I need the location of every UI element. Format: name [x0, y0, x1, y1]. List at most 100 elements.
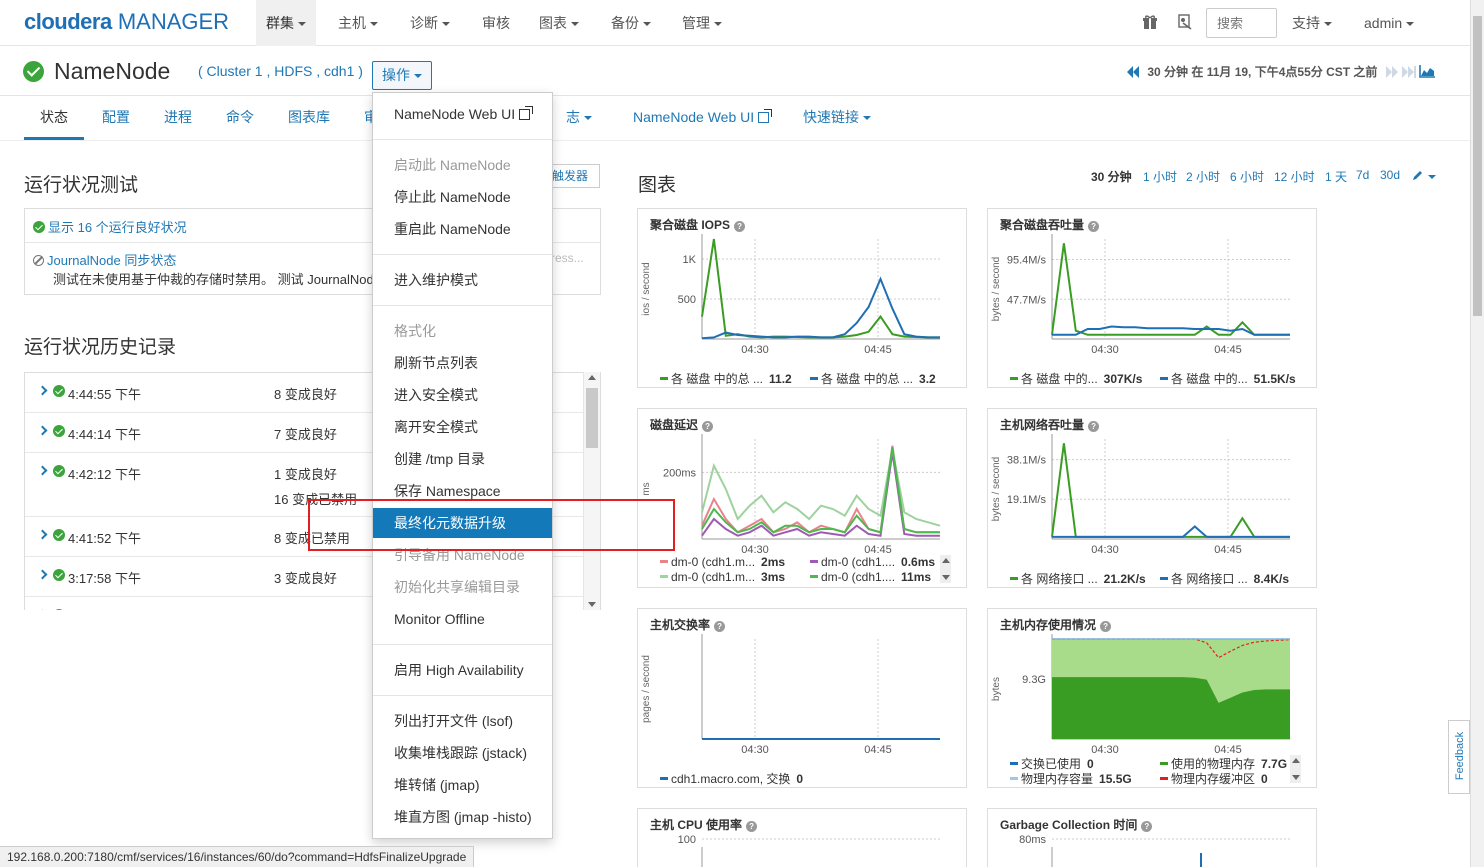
expand-chevron-icon[interactable]: [37, 425, 48, 436]
breadcrumb[interactable]: ( Cluster 1 , HDFS , cdh1 ): [198, 63, 363, 79]
legend-item[interactable]: dm-0 (cdh1.m... 2ms: [660, 555, 785, 569]
expand-chevron-icon[interactable]: [37, 569, 48, 580]
legend-item[interactable]: 各 磁盘 中的... 307K/s: [1010, 370, 1142, 387]
menu-create-tmp[interactable]: 创建 /tmp 目录: [373, 444, 552, 474]
nav-audits[interactable]: 审核: [472, 0, 520, 46]
legend-scroll[interactable]: [940, 555, 951, 583]
y-axis-label: ms: [641, 482, 652, 495]
legend-item[interactable]: 各 网络接口 ... 21.2K/s: [1010, 570, 1146, 587]
chart-panel[interactable]: 磁盘延迟? ms 200ms 04:30 04:45 dm-0 (cdh1.m... 2ms…: [637, 408, 967, 588]
support-menu[interactable]: 支持: [1282, 0, 1342, 46]
time-range-option[interactable]: 12 小时: [1274, 168, 1315, 185]
chart-panel[interactable]: Garbage Collection 时间? 80ms: [987, 808, 1317, 867]
x-tick-label: 04:45: [864, 744, 892, 756]
chart-panel[interactable]: 主机 CPU 使用率? 100: [637, 808, 967, 867]
nav-diagnostics[interactable]: 诊断: [400, 0, 460, 46]
menu-jmap[interactable]: 堆转储 (jmap): [373, 770, 552, 800]
nav-admin[interactable]: 管理: [672, 0, 732, 46]
menu-maintenance[interactable]: 进入维护模式: [373, 265, 552, 295]
tab-commands[interactable]: 命令: [226, 96, 254, 140]
page-scrollbar[interactable]: [1470, 0, 1484, 867]
chart-area-icon[interactable]: [1419, 65, 1436, 78]
legend-item[interactable]: cdh1.macro.com, 交换 0: [660, 770, 803, 787]
menu-monitor-offline[interactable]: Monitor Offline: [373, 604, 552, 634]
legend-item[interactable]: 各 网络接口 ... 8.4K/s: [1160, 570, 1289, 587]
chart-panel[interactable]: 主机交换率? pages / second 04:30 04:45 cdh1.macro…: [637, 608, 967, 788]
time-range-option[interactable]: 2 小时: [1186, 168, 1220, 185]
menu-refresh-nodes[interactable]: 刷新节点列表: [373, 348, 552, 378]
wizard-icon[interactable]: [1177, 14, 1193, 30]
time-range-option[interactable]: 1 天: [1325, 168, 1347, 185]
legend-item[interactable]: 物理内存容量 15.5G: [1010, 770, 1132, 787]
check-icon: [53, 529, 65, 541]
feedback-tab[interactable]: Feedback: [1448, 720, 1470, 794]
menu-enter-safemode[interactable]: 进入安全模式: [373, 380, 552, 410]
time-range-option[interactable]: 7d: [1356, 168, 1369, 182]
actions-dropdown-button[interactable]: 操作: [372, 61, 432, 90]
nav-hosts[interactable]: 主机: [328, 0, 388, 46]
tab-configuration[interactable]: 配置: [102, 96, 130, 140]
time-range-option[interactable]: 6 小时: [1230, 168, 1264, 185]
y-axis-label: bytes / second: [991, 457, 1002, 521]
expand-chevron-icon[interactable]: [37, 385, 48, 396]
time-marker-label[interactable]: 30 分钟 在 11月 19, 下午4点55分 CST 之前: [1147, 65, 1377, 79]
cloudera-manager-logo[interactable]: cloudera MANAGER: [24, 9, 229, 35]
menu-format[interactable]: 格式化: [373, 316, 552, 346]
menu-start[interactable]: 启动此 NameNode: [373, 150, 552, 180]
legend-item[interactable]: dm-0 (cdh1.... 0.6ms: [810, 555, 935, 569]
legend-item[interactable]: 物理内存缓冲区 0: [1160, 770, 1268, 787]
tab-logs-partial[interactable]: 志: [566, 96, 592, 140]
good-health-icon: [23, 61, 44, 82]
chart-panel[interactable]: 主机内存使用情况? bytes 9.3G 04:30 04:45 交换已使用 0 使用的物理内…: [987, 608, 1317, 788]
check-icon: [33, 221, 45, 233]
x-tick-label: 04:45: [1214, 544, 1242, 556]
nav-backup[interactable]: 备份: [601, 0, 661, 46]
time-navigator: 30 分钟 在 11月 19, 下午4点55分 CST 之前: [1126, 63, 1436, 80]
tab-charts-library[interactable]: 图表库: [288, 96, 330, 140]
chart-plot: bytes / second 38.1M/s 19.1M/s 04:30 04:45: [991, 434, 1290, 556]
legend-scroll[interactable]: [1290, 755, 1301, 783]
search-input[interactable]: [1206, 8, 1277, 38]
chart-panel[interactable]: 主机网络吞吐量? bytes / second 38.1M/s 19.1M/s 04:3…: [987, 408, 1317, 588]
time-range-option[interactable]: 30d: [1380, 168, 1400, 182]
nav-cluster[interactable]: 群集: [256, 0, 316, 46]
expand-chevron-icon[interactable]: [37, 529, 48, 540]
menu-init-shared-edits[interactable]: 初始化共享编辑目录: [373, 572, 552, 602]
legend-item[interactable]: dm-0 (cdh1.... 11ms: [810, 570, 931, 584]
expand-chevron-icon[interactable]: [37, 465, 48, 476]
tab-namenode-web-ui[interactable]: NameNode Web UI: [633, 96, 773, 140]
journalnode-sync-link[interactable]: JournalNode 同步状态: [33, 250, 176, 269]
series-line: [701, 238, 940, 339]
menu-lsof[interactable]: 列出打开文件 (lsof): [373, 706, 552, 736]
rewind-icon[interactable]: [1126, 66, 1140, 78]
time-range-option[interactable]: 30 分钟: [1091, 168, 1132, 185]
menu-restart[interactable]: 重启此 NameNode: [373, 214, 552, 244]
journalnode-sync-tail: ress...: [551, 251, 584, 265]
menu-namenode-web-ui[interactable]: NameNode Web UI: [373, 99, 552, 129]
tab-processes[interactable]: 进程: [164, 96, 192, 140]
chart-panel[interactable]: 聚合磁盘吞吐量? bytes / second 95.4M/s 47.7M/s 04:3…: [987, 208, 1317, 388]
legend-item[interactable]: 各 磁盘 中的总 ... 11.2: [660, 370, 792, 387]
time-range-option[interactable]: 1 小时: [1143, 168, 1177, 185]
menu-jmap-histo[interactable]: 堆直方图 (jmap -histo): [373, 802, 552, 832]
legend-item[interactable]: 各 磁盘 中的总 ... 3.2: [810, 370, 936, 387]
legend-item[interactable]: 各 磁盘 中的... 51.5K/s: [1160, 370, 1296, 387]
menu-jstack[interactable]: 收集堆栈跟踪 (jstack): [373, 738, 552, 768]
show-good-tests-link[interactable]: 显示 16 个运行良好状况: [33, 217, 187, 236]
edit-pencil-icon[interactable]: [1412, 168, 1436, 183]
legend-item[interactable]: dm-0 (cdh1.m... 3ms: [660, 570, 785, 584]
trigger-button[interactable]: 触发器: [548, 164, 600, 188]
chart-panel[interactable]: 聚合磁盘 IOPS? ios / second 1K 500 04:30 04:45 各 磁…: [637, 208, 967, 388]
history-scrollbar[interactable]: [583, 372, 600, 610]
nav-charts[interactable]: 图表: [529, 0, 589, 46]
menu-enable-ha[interactable]: 启用 High Availability: [373, 655, 552, 685]
menu-leave-safemode[interactable]: 离开安全模式: [373, 412, 552, 442]
user-menu[interactable]: admin: [1354, 0, 1424, 46]
tab-quick-links[interactable]: 快速链接: [803, 96, 871, 140]
y-tick-label: 95.4M/s: [1007, 255, 1047, 267]
tab-status[interactable]: 状态: [24, 96, 84, 140]
history-change: 3 变成良好: [274, 571, 337, 586]
gift-icon[interactable]: [1143, 15, 1157, 29]
y-axis-label: ios / second: [641, 262, 652, 315]
menu-stop[interactable]: 停止此 NameNode: [373, 182, 552, 212]
